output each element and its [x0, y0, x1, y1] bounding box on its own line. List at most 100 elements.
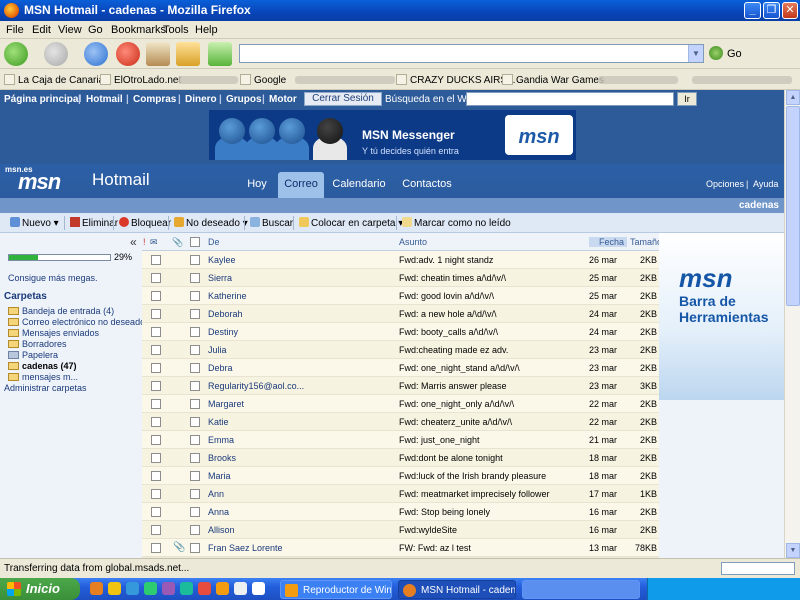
- quicklaunch-icon[interactable]: [234, 582, 247, 595]
- row-checkbox[interactable]: [190, 525, 200, 535]
- table-row[interactable]: Kaylee Fwd:adv. 1 night standz 26 mar 2KB: [142, 251, 659, 269]
- row-checkbox[interactable]: [190, 471, 200, 481]
- go-icon[interactable]: [709, 46, 723, 60]
- menu-go[interactable]: Go: [88, 24, 103, 36]
- row-subject[interactable]: Fwd:wyldeSite: [399, 525, 584, 535]
- row-sender[interactable]: Debra: [208, 363, 394, 373]
- priority-icon[interactable]: !: [143, 237, 146, 247]
- row-sender[interactable]: Brooks: [208, 453, 394, 463]
- row-checkbox[interactable]: [190, 417, 200, 427]
- quicklaunch-icon[interactable]: [144, 582, 157, 595]
- row-subject[interactable]: Fwd: good lovin a/\d/\v/\: [399, 291, 584, 301]
- table-row[interactable]: Katherine Fwd: good lovin a/\d/\v/\ 25 mar…: [142, 287, 659, 305]
- row-checkbox[interactable]: [190, 507, 200, 517]
- find-button[interactable]: Buscar: [250, 217, 293, 229]
- folder-inbox[interactable]: Bandeja de entrada (4): [8, 306, 114, 316]
- folder-cadenas[interactable]: cadenas (47): [8, 361, 77, 371]
- block-button[interactable]: Bloquear: [119, 217, 171, 229]
- menu-edit[interactable]: Edit: [32, 24, 51, 36]
- column-from[interactable]: De: [208, 237, 220, 247]
- tab-calendario[interactable]: Calendario: [328, 172, 390, 198]
- menu-tools[interactable]: Tools: [163, 24, 189, 36]
- table-row[interactable]: Deborah Fwd: a new hole a/\d/\v/\ 24 mar 2K…: [142, 305, 659, 323]
- table-row[interactable]: Sierra Fwd: cheatin times a/\d/\v/\ 25 mar…: [142, 269, 659, 287]
- nav-dinero-link[interactable]: Dinero: [185, 94, 217, 105]
- nav-compras-link[interactable]: Compras: [133, 94, 176, 105]
- table-row[interactable]: Destiny Fwd: booty_calls a/\d/\v/\ 24 mar 2…: [142, 323, 659, 341]
- table-row[interactable]: Brooks Fwd:dont be alone tonight 18 mar 2KB: [142, 449, 659, 467]
- folder-mensajes[interactable]: mensajes m...: [8, 372, 78, 382]
- tab-hoy[interactable]: Hoy: [240, 172, 274, 198]
- table-row[interactable]: Maria Fwd:luck of the Irish brandy pleasu…: [142, 467, 659, 485]
- quicklaunch-icon[interactable]: [216, 582, 229, 595]
- row-checkbox[interactable]: [190, 273, 200, 283]
- move-to-folder-button[interactable]: Colocar en carpeta ▾: [299, 217, 403, 229]
- bookmark-item[interactable]: La Caja de Canarias: [4, 74, 109, 86]
- column-subject[interactable]: Asunto: [399, 237, 427, 247]
- scroll-down-icon[interactable]: ▼: [786, 543, 800, 558]
- table-row[interactable]: Julia Fwd:cheating made ez adv. 23 mar 2KB: [142, 341, 659, 359]
- row-checkbox[interactable]: [190, 381, 200, 391]
- mark-unread-button[interactable]: Marcar como no leído: [402, 217, 511, 229]
- firefox-quicklaunch-icon[interactable]: [90, 582, 103, 595]
- row-sender[interactable]: Katherine: [208, 291, 394, 301]
- row-subject[interactable]: Fwd: just_one_night: [399, 435, 584, 445]
- page-scrollbar[interactable]: ▲ ▼: [784, 90, 800, 558]
- row-sender[interactable]: Kaylee: [208, 255, 394, 265]
- scroll-thumb[interactable]: [786, 106, 800, 306]
- menu-help[interactable]: Help: [195, 24, 218, 36]
- quicklaunch-icon[interactable]: [180, 582, 193, 595]
- delete-button[interactable]: Eliminar: [70, 217, 118, 229]
- more-space-link[interactable]: Consigue más megas.: [8, 273, 98, 283]
- row-subject[interactable]: Fwd: one_night_only a/\d/\v/\: [399, 399, 584, 409]
- row-checkbox[interactable]: [190, 291, 200, 301]
- row-sender[interactable]: Sierra: [208, 273, 394, 283]
- close-button[interactable]: ✕: [782, 2, 798, 19]
- stop-icon[interactable]: [116, 42, 140, 66]
- task-redacted[interactable]: [522, 580, 640, 599]
- nav-grupos-link[interactable]: Grupos: [226, 94, 262, 105]
- row-sender[interactable]: Maria: [208, 471, 394, 481]
- row-sender[interactable]: Allison: [208, 525, 394, 535]
- quicklaunch-icon[interactable]: [126, 582, 139, 595]
- row-sender[interactable]: Regularity156@aol.co...: [208, 381, 394, 391]
- manage-folders-link[interactable]: Administrar carpetas: [4, 383, 87, 393]
- table-row[interactable]: Debra Fwd: one_night_stand a/\d/\v/\ 23 ma…: [142, 359, 659, 377]
- table-row[interactable]: Emma Fwd: just_one_night 21 mar 2KB: [142, 431, 659, 449]
- start-button[interactable]: Inicio: [0, 578, 80, 600]
- row-subject[interactable]: Fwd:dont be alone tonight: [399, 453, 584, 463]
- maximize-button[interactable]: ❐: [763, 2, 780, 19]
- nav-motor-link[interactable]: Motor: [269, 94, 297, 105]
- row-checkbox[interactable]: [190, 309, 200, 319]
- folder-trash[interactable]: Papelera: [8, 350, 58, 360]
- quicklaunch-icon[interactable]: [108, 582, 121, 595]
- row-sender[interactable]: Margaret: [208, 399, 394, 409]
- bookmark-item[interactable]: Gandia War Games: [502, 74, 604, 86]
- messenger-banner-ad[interactable]: MSN Messenger Y tú decides quién entra m…: [209, 110, 576, 160]
- tab-correo[interactable]: Correo: [278, 172, 324, 198]
- msn-logo[interactable]: msn: [18, 169, 61, 195]
- scroll-up-icon[interactable]: ▲: [786, 90, 800, 105]
- window-titlebar[interactable]: MSN Hotmail - cadenas - Mozilla Firefox …: [0, 0, 800, 21]
- folder-sent[interactable]: Mensajes enviados: [8, 328, 99, 338]
- row-sender[interactable]: Julia: [208, 345, 394, 355]
- minimize-button[interactable]: _: [744, 2, 761, 19]
- collapse-sidebar-icon[interactable]: «: [130, 235, 137, 249]
- web-search-button[interactable]: Ir: [677, 92, 697, 106]
- toolbar-ad[interactable]: msn Barra de Herramientas: [659, 233, 784, 400]
- row-subject[interactable]: Fwd: one_night_stand a/\d/\v/\: [399, 363, 584, 373]
- url-dropdown-icon[interactable]: ▼: [688, 45, 703, 62]
- row-checkbox[interactable]: [190, 489, 200, 499]
- quicklaunch-icon[interactable]: [198, 582, 211, 595]
- row-checkbox[interactable]: [190, 255, 200, 265]
- table-row[interactable]: Anna Fwd: Stop being lonely 16 mar 2KB: [142, 503, 659, 521]
- quicklaunch-icon[interactable]: [252, 582, 265, 595]
- row-sender[interactable]: Fran Saez Lorente: [208, 543, 394, 553]
- row-checkbox[interactable]: [190, 453, 200, 463]
- row-subject[interactable]: Fwd:adv. 1 night standz: [399, 255, 584, 265]
- new-button[interactable]: Nuevo ▾: [10, 217, 59, 229]
- row-subject[interactable]: Fwd: Marris answer please: [399, 381, 584, 391]
- table-row[interactable]: Margaret Fwd: one_night_only a/\d/\v/\ 22 …: [142, 395, 659, 413]
- column-date[interactable]: Fecha: [589, 237, 627, 247]
- menu-bookmarks[interactable]: Bookmarks: [111, 24, 166, 36]
